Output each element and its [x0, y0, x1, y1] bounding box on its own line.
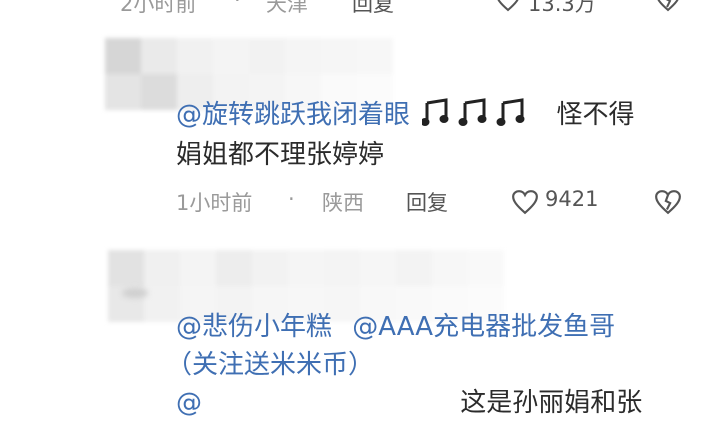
comment-location: 陕西 — [322, 191, 364, 215]
mention-link[interactable]: @悲伤小年糕 — [176, 312, 332, 342]
like-count: 9421 — [545, 187, 599, 211]
comment-text: 这是孙丽娟和张 — [460, 388, 643, 418]
comment-text-line-1: @旋转跳跃我闭着眼 怪不得 — [176, 96, 635, 134]
comment-text: 怪不得 — [556, 100, 635, 130]
comment-text-line-1: @悲伤小年糕 @AAA充电器批发鱼哥 — [176, 308, 615, 346]
comment-time: 2小时前 — [120, 0, 197, 16]
like-heart-icon[interactable] — [495, 0, 521, 12]
comment-1-meta: 1小时前 · 陕西 回复 9421 — [0, 187, 720, 221]
mention-link[interactable]: @旋转跳跃我闭着眼 — [176, 100, 410, 130]
comment-text-line-2: 娟姐都不理张婷婷 — [176, 140, 385, 170]
like-heart-icon[interactable] — [511, 189, 539, 215]
reply-button[interactable]: 回复 — [352, 0, 394, 18]
mention-link-tail[interactable]: （关注送米米币） — [166, 346, 374, 384]
dislike-heart-icon[interactable] — [655, 0, 681, 12]
mention-link[interactable]: @ — [176, 388, 202, 418]
dot-separator: · — [234, 0, 241, 12]
avatar[interactable] — [122, 288, 148, 298]
dislike-heart-icon[interactable] — [654, 189, 682, 215]
comment-location: 天津 — [266, 0, 308, 16]
prev-comment-meta: 2小时前 · 天津 回复 13.3万 — [0, 0, 720, 22]
comment-text-line-3: @ 这是孙丽娟和张 — [176, 384, 642, 422]
music-notes-icon — [422, 97, 536, 127]
like-count: 13.3万 — [528, 0, 596, 16]
reply-button[interactable]: 回复 — [406, 187, 448, 217]
comment-time: 1小时前 — [176, 191, 253, 215]
mention-link[interactable]: @AAA充电器批发鱼哥 — [352, 312, 615, 342]
dot-separator: · — [288, 187, 295, 211]
